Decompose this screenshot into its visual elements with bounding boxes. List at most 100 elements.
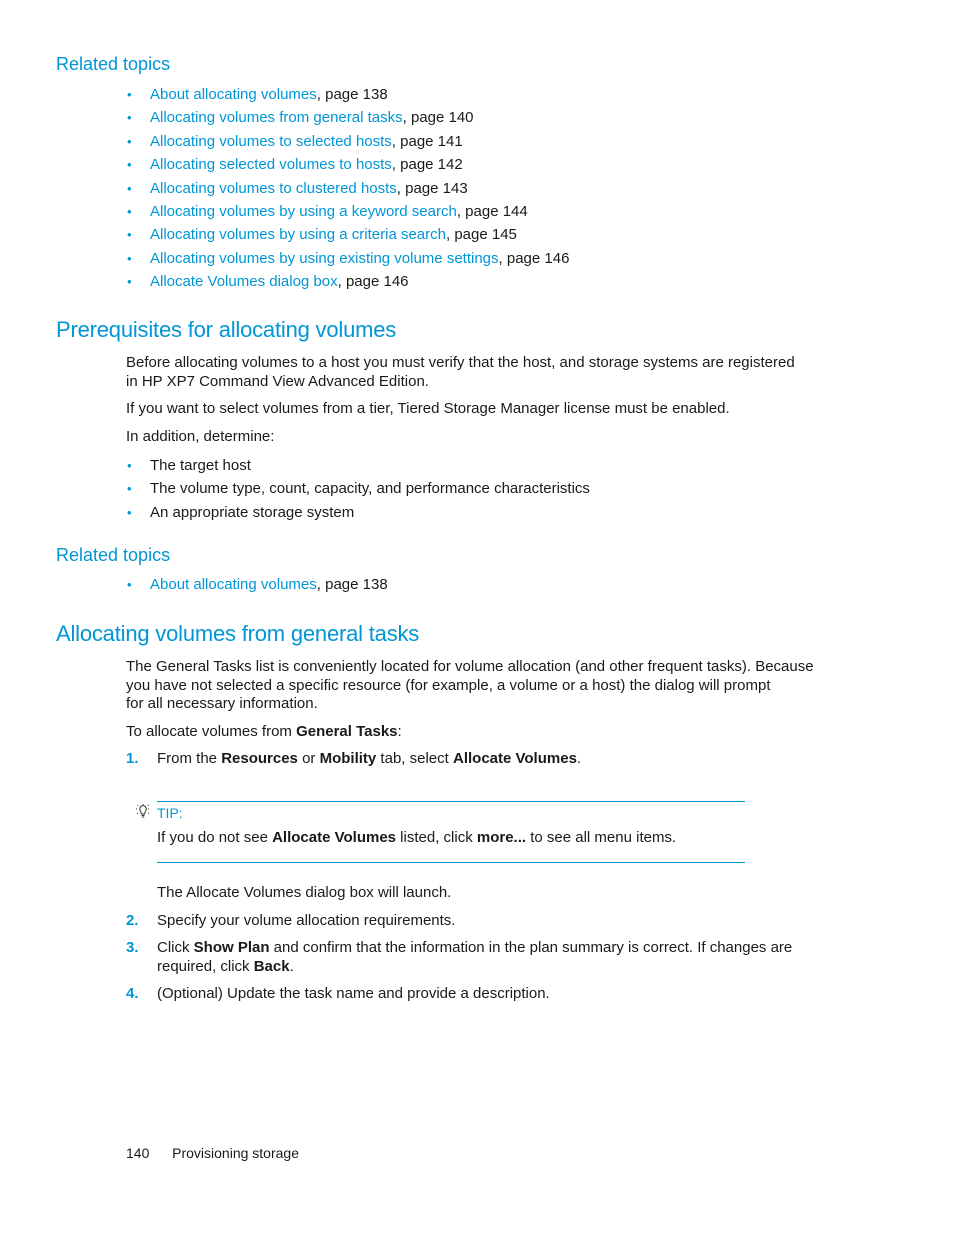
step-2: 2. Specify your volume allocation requir… [126, 912, 816, 931]
page-ref: , page 141 [391, 132, 463, 150]
text: and confirm that the information in the … [269, 939, 793, 957]
topic-link[interactable]: Allocate Volumes dialog box [150, 273, 338, 290]
bullet-icon: • [127, 180, 132, 196]
step-number: 4. [126, 985, 139, 1003]
paragraph: To allocate volumes from General Tasks: [126, 723, 826, 742]
bullet-icon: • [127, 157, 132, 173]
list-item: • Allocating volumes by using a keyword s… [127, 201, 569, 224]
topic-link[interactable]: Allocating volumes to clustered hosts [150, 180, 397, 197]
list-item: • Allocate Volumes dialog box, page 146 [127, 271, 569, 294]
paragraph: The General Tasks list is conveniently l… [126, 658, 826, 714]
prerequisites-body: Before allocating volumes to a host you … [126, 354, 816, 446]
text-line: The General Tasks list is conveniently l… [126, 658, 814, 675]
page-ref: , page 143 [396, 179, 468, 197]
topic-link[interactable]: About allocating volumes [150, 86, 317, 103]
page-ref: , page 144 [456, 202, 528, 220]
topic-link[interactable]: Allocating selected volumes to hosts [150, 156, 392, 173]
list-item-text: The target host [150, 457, 251, 474]
text-line: for all necessary information. [126, 695, 318, 713]
list-item: • Allocating volumes from general tasks, … [127, 107, 569, 130]
text: required, click [157, 957, 254, 975]
related-topics-list: • About allocating volumes, page 138 [127, 574, 388, 597]
page-ref: , page 138 [316, 576, 388, 593]
list-item: • Allocating volumes to clustered hosts, … [127, 178, 569, 201]
topic-link[interactable]: Allocating volumes from general tasks [150, 109, 403, 126]
step-3: 3. Click Show Plan and confirm that the … [126, 939, 816, 976]
ui-term: Resources [221, 750, 298, 768]
bullet-icon: • [127, 504, 132, 520]
page-ref: , page 142 [391, 156, 463, 174]
tip-text: If you do not see Allocate Volumes liste… [157, 829, 676, 848]
paragraph: Before allocating volumes to a host you … [126, 354, 816, 391]
topic-link[interactable]: Allocating volumes by using a criteria s… [150, 226, 446, 243]
text: To allocate volumes from [126, 722, 297, 740]
list-item: • About allocating volumes, page 138 [127, 84, 569, 107]
section-heading-prerequisites: Prerequisites for allocating volumes [56, 317, 397, 342]
related-topics-heading: Related topics [56, 545, 171, 565]
tip-label: TIP: [157, 805, 183, 821]
bullet-icon: • [127, 87, 132, 102]
page-ref: , page 145 [445, 226, 517, 244]
step-1: 1. From the Resources or Mobility tab, s… [126, 750, 826, 769]
step-number: 2. [126, 911, 139, 929]
footer-section-title: Provisioning storage [172, 1145, 299, 1161]
text: listed, click [396, 829, 477, 846]
bullet-icon: • [127, 458, 132, 473]
list-item: • The target host [127, 455, 590, 478]
page-ref: , page 138 [316, 86, 388, 103]
ui-term: Mobility [319, 750, 377, 768]
text: Click [157, 939, 194, 957]
list-item: • Allocating selected volumes to hosts, p… [127, 154, 569, 177]
text: If you do not see [157, 829, 273, 846]
prerequisites-list: • The target host • The volume type, count… [127, 455, 590, 525]
page-ref: , page 146 [498, 249, 570, 267]
bullet-icon: • [127, 203, 132, 219]
list-item: • An appropriate storage system [127, 502, 590, 525]
ui-term: Allocate Volumes [452, 750, 577, 768]
list-item: • Allocating volumes to selected hosts, p… [127, 131, 569, 154]
text: . [576, 750, 582, 768]
related-topics-heading: Related topics [56, 54, 171, 74]
list-item: • About allocating volumes, page 138 [127, 574, 388, 597]
text: (Optional) Update the task name and prov… [157, 985, 550, 1003]
topic-link[interactable]: Allocating volumes by using a keyword se… [150, 203, 457, 220]
step-4: 4. (Optional) Update the task name and p… [126, 985, 816, 1004]
list-item: • Allocating volumes by using existing vo… [127, 248, 569, 271]
step-number: 1. [126, 750, 139, 768]
text: From the [157, 750, 222, 768]
list-item: • Allocating volumes by using a criteria … [127, 224, 569, 247]
ui-term: General Tasks [296, 722, 398, 740]
paragraph: In addition, determine: [126, 427, 275, 445]
bullet-icon: • [127, 133, 132, 149]
page-footer: 140 Provisioning storage [126, 1145, 299, 1161]
list-item-text: The volume type, count, capacity, and pe… [150, 480, 590, 498]
text: to see all menu items. [526, 829, 677, 846]
paragraph: If you want to select volumes from a tie… [126, 400, 730, 418]
ui-term: Show Plan [193, 939, 270, 957]
text-line: you have not selected a specific resourc… [126, 676, 771, 694]
ui-term: Allocate Volumes [272, 829, 397, 846]
page-number: 140 [126, 1145, 150, 1161]
topic-link[interactable]: Allocating volumes by using existing vol… [150, 250, 499, 267]
tip-bottom-rule [157, 862, 745, 863]
ui-term: more... [476, 829, 527, 846]
page-ref: , page 146 [337, 273, 409, 291]
bullet-icon: • [127, 227, 132, 243]
topic-link[interactable]: Allocating volumes to selected hosts [150, 133, 392, 150]
general-tasks-body: The General Tasks list is conveniently l… [126, 658, 826, 769]
steps-continued: The Allocate Volumes dialog box will lau… [126, 884, 816, 1004]
step-number: 3. [126, 939, 139, 957]
bullet-icon: • [127, 577, 132, 592]
list-item-text: An appropriate storage system [150, 503, 355, 521]
page-ref: , page 140 [402, 109, 474, 127]
text: or [297, 750, 320, 768]
text: tab, select [376, 750, 453, 768]
text-line: in HP XP7 Command View Advanced Edition. [126, 372, 429, 390]
bullet-icon: • [127, 110, 132, 126]
bullet-icon: • [127, 250, 132, 266]
ui-term: Back [253, 957, 290, 975]
list-item: • The volume type, count, capacity, and p… [127, 478, 590, 501]
topic-link[interactable]: About allocating volumes [150, 576, 317, 593]
text-line: Before allocating volumes to a host you … [126, 354, 795, 371]
text: . [289, 957, 294, 975]
